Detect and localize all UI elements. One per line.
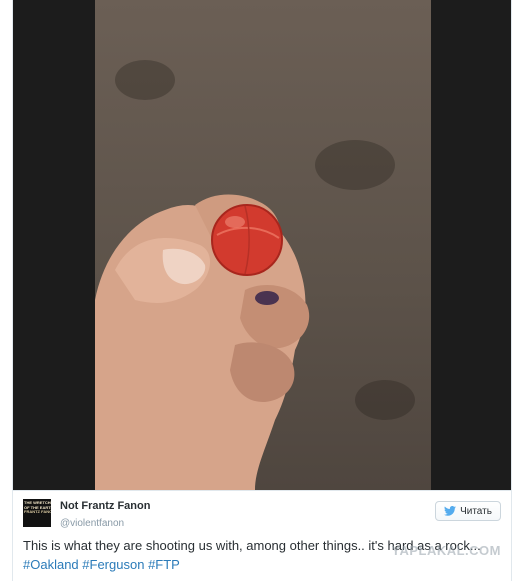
avatar-line-3: FRANTZ FANON xyxy=(24,509,51,515)
tweet-photo[interactable] xyxy=(95,0,431,490)
hand-holding-ball-illustration xyxy=(95,194,310,490)
follow-button-label: Читать xyxy=(460,505,492,517)
username[interactable]: @violentfanon xyxy=(60,518,124,529)
tweet-card: THE WRETCHED OF THE EARTH FRANTZ FANON N… xyxy=(12,0,512,581)
display-name[interactable]: Not Frantz Fanon xyxy=(60,500,150,512)
tweet-body: THE WRETCHED OF THE EARTH FRANTZ FANON N… xyxy=(13,490,511,581)
tweet-media[interactable] xyxy=(13,0,511,490)
avatar[interactable]: THE WRETCHED OF THE EARTH FRANTZ FANON xyxy=(23,499,51,527)
hashtag-ferguson[interactable]: #Ferguson xyxy=(82,557,144,572)
twitter-bird-icon xyxy=(444,506,457,516)
watermark: YAPLAKAL.COM xyxy=(391,543,501,558)
follow-button[interactable]: Читать xyxy=(435,501,501,521)
hashtag-oakland[interactable]: #Oakland xyxy=(23,557,79,572)
fingernail-painted xyxy=(255,291,279,305)
hashtag-ftp[interactable]: #FTP xyxy=(148,557,180,572)
